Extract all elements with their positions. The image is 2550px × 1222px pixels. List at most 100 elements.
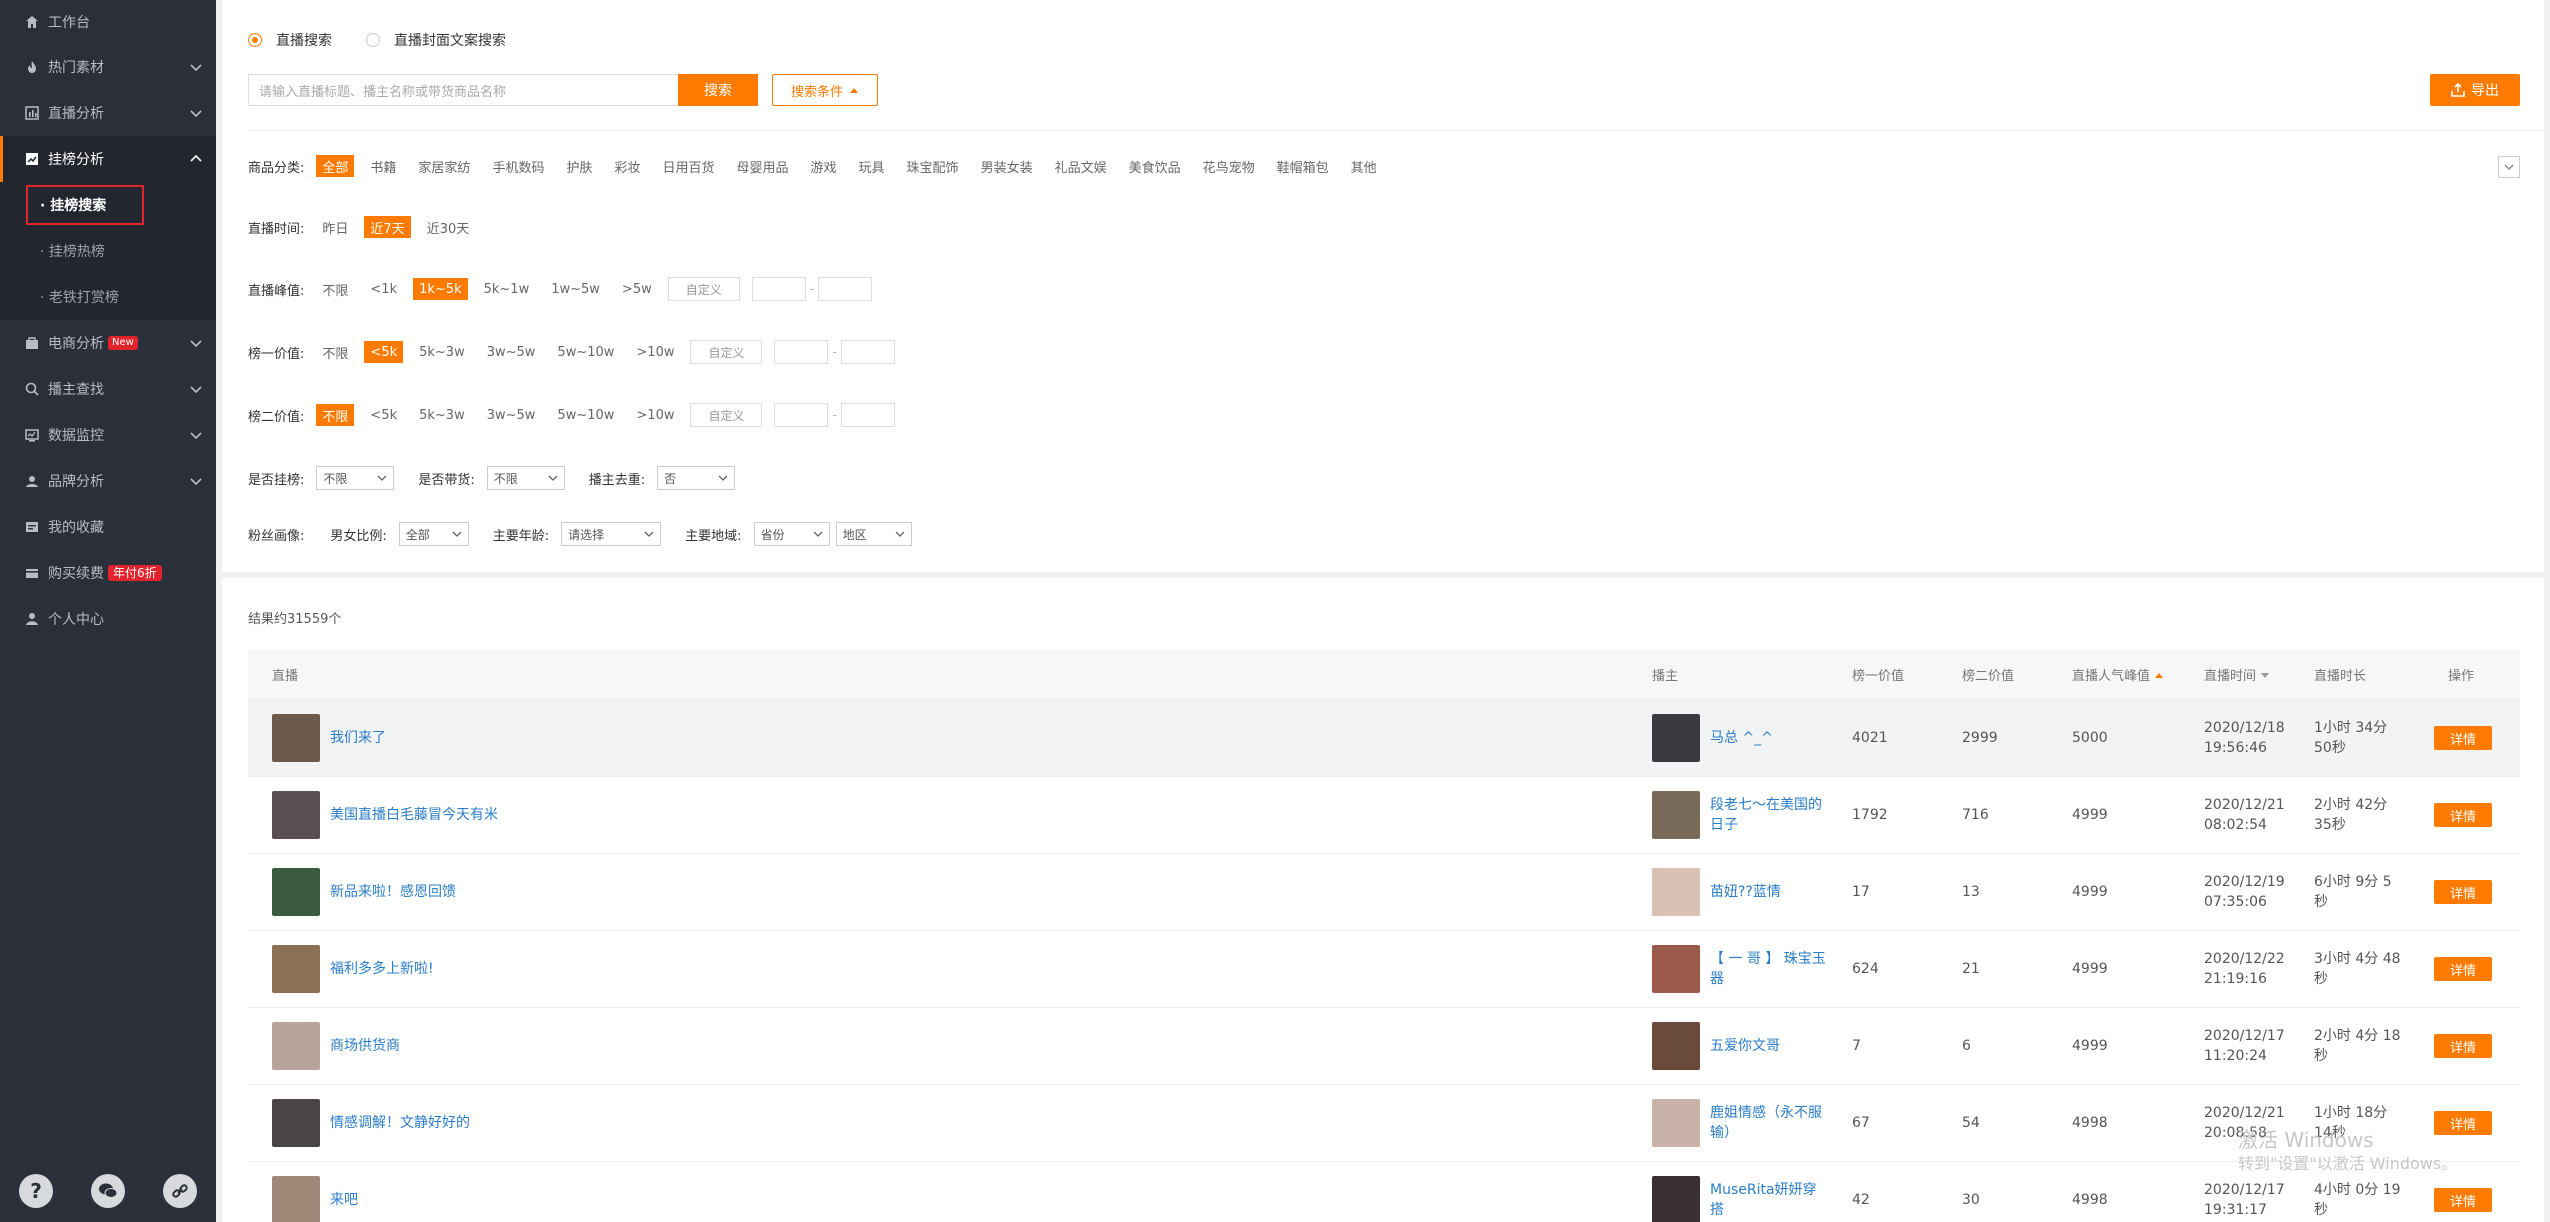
live-cover-thumbnail[interactable] bbox=[272, 1176, 320, 1222]
peak-option[interactable]: >5w bbox=[616, 278, 658, 300]
min-input[interactable] bbox=[774, 403, 829, 427]
sidebar-item-host-search[interactable]: 播主查找 bbox=[0, 366, 216, 412]
sidebar-sub-tip-rank[interactable]: · 老铁打赏榜 bbox=[0, 274, 216, 320]
gender-select[interactable]: 全部 bbox=[398, 522, 469, 546]
rank1-option[interactable]: 5w~10w bbox=[551, 341, 620, 363]
peak-option[interactable]: 1w~5w bbox=[545, 278, 606, 300]
sidebar-sub-rank-search[interactable]: · 挂榜搜索 bbox=[0, 182, 216, 228]
expand-categories-button[interactable] bbox=[2498, 156, 2520, 178]
export-button[interactable]: 导出 bbox=[2430, 74, 2520, 106]
live-title-link[interactable]: 情感调解！文静好好的 bbox=[330, 1113, 470, 1133]
province-select[interactable]: 省份 bbox=[753, 522, 830, 546]
host-name-link[interactable]: MuseRita妍妍穿搭 bbox=[1710, 1180, 1826, 1220]
search-input[interactable]: 请输入直播标题、播主名称或带货商品名称 bbox=[248, 74, 678, 106]
live-cover-thumbnail[interactable] bbox=[272, 714, 320, 762]
link-icon[interactable] bbox=[163, 1174, 197, 1208]
host-avatar[interactable] bbox=[1652, 868, 1700, 916]
live-cover-thumbnail[interactable] bbox=[272, 1099, 320, 1147]
is-goods-select[interactable]: 不限 bbox=[486, 466, 565, 490]
time-option[interactable]: 近30天 bbox=[421, 216, 476, 238]
sidebar-item-hot-material[interactable]: 热门素材 bbox=[0, 44, 216, 90]
host-name-link[interactable]: 苗妞??蓝情 bbox=[1710, 882, 1826, 902]
max-input[interactable] bbox=[841, 340, 896, 364]
max-input[interactable] bbox=[841, 403, 896, 427]
detail-button[interactable]: 详情 bbox=[2434, 1034, 2492, 1058]
rank2-option[interactable]: >10w bbox=[630, 404, 680, 426]
host-avatar[interactable] bbox=[1652, 714, 1700, 762]
category-option[interactable]: 游戏 bbox=[805, 155, 843, 177]
category-option[interactable]: 鞋帽箱包 bbox=[1271, 155, 1335, 177]
peak-option[interactable]: 不限 bbox=[316, 278, 354, 300]
custom-button[interactable]: 自定义 bbox=[667, 277, 740, 301]
host-name-link[interactable]: 五爱你文哥 bbox=[1710, 1036, 1826, 1056]
category-option[interactable]: 全部 bbox=[316, 155, 355, 177]
category-option[interactable]: 花鸟宠物 bbox=[1197, 155, 1261, 177]
category-option[interactable]: 玩具 bbox=[853, 155, 891, 177]
age-select[interactable]: 请选择 bbox=[561, 522, 662, 546]
radio-cover-search[interactable]: 直播封面文案搜索 bbox=[366, 30, 506, 50]
live-title-link[interactable]: 福利多多上新啦! bbox=[330, 959, 434, 979]
category-option[interactable]: 美食饮品 bbox=[1123, 155, 1187, 177]
category-option[interactable]: 书籍 bbox=[364, 155, 402, 177]
rank2-option[interactable]: 5k~3w bbox=[413, 404, 471, 426]
rank1-option[interactable]: 5k~3w bbox=[413, 341, 471, 363]
peak-option[interactable]: <1k bbox=[364, 278, 403, 300]
sidebar-item-data-monitor[interactable]: 数据监控 bbox=[0, 412, 216, 458]
rank2-option[interactable]: 5w~10w bbox=[551, 404, 620, 426]
category-option[interactable]: 男装女装 bbox=[975, 155, 1039, 177]
category-option[interactable]: 彩妆 bbox=[608, 155, 646, 177]
live-cover-thumbnail[interactable] bbox=[272, 791, 320, 839]
dedup-select[interactable]: 否 bbox=[657, 466, 736, 490]
live-title-link[interactable]: 商场供货商 bbox=[330, 1036, 400, 1056]
sidebar-sub-rank-hot[interactable]: · 挂榜热榜 bbox=[0, 228, 216, 274]
time-option[interactable]: 昨日 bbox=[316, 216, 354, 238]
sidebar-item-live-analysis[interactable]: 直播分析 bbox=[0, 90, 216, 136]
host-avatar[interactable] bbox=[1652, 1022, 1700, 1070]
live-cover-thumbnail[interactable] bbox=[272, 868, 320, 916]
peak-option[interactable]: 5k~1w bbox=[478, 278, 536, 300]
rank1-option[interactable]: >10w bbox=[630, 341, 680, 363]
rank2-option[interactable]: 3w~5w bbox=[481, 404, 542, 426]
search-conditions-button[interactable]: 搜索条件 bbox=[772, 74, 878, 106]
max-input[interactable] bbox=[818, 277, 873, 301]
sidebar-item-workbench[interactable]: 工作台 bbox=[0, 0, 216, 44]
rank1-option[interactable]: 不限 bbox=[316, 341, 354, 363]
detail-button[interactable]: 详情 bbox=[2434, 1188, 2492, 1212]
live-title-link[interactable]: 美国直播白毛藤冒今天有米 bbox=[330, 805, 498, 825]
col-rank1[interactable]: 榜一价值 bbox=[1852, 665, 1904, 684]
peak-option[interactable]: 1k~5k bbox=[413, 278, 468, 300]
category-option[interactable]: 护肤 bbox=[560, 155, 598, 177]
live-title-link[interactable]: 新品来啦！感恩回馈 bbox=[330, 882, 456, 902]
time-option[interactable]: 近7天 bbox=[364, 216, 411, 238]
live-cover-thumbnail[interactable] bbox=[272, 1022, 320, 1070]
host-avatar[interactable] bbox=[1652, 1176, 1700, 1222]
min-input[interactable] bbox=[774, 340, 829, 364]
live-cover-thumbnail[interactable] bbox=[272, 945, 320, 993]
radio-live-search[interactable]: 直播搜索 bbox=[248, 30, 332, 50]
category-option[interactable]: 母婴用品 bbox=[731, 155, 795, 177]
is-rank-select[interactable]: 不限 bbox=[316, 466, 395, 490]
sidebar-item-favorites[interactable]: 我的收藏 bbox=[0, 504, 216, 550]
host-name-link[interactable]: 【 一 哥 】 珠宝玉器 bbox=[1710, 949, 1826, 989]
sidebar-item-brand-analysis[interactable]: 品牌分析 bbox=[0, 458, 216, 504]
live-title-link[interactable]: 来吧 bbox=[330, 1190, 358, 1210]
sidebar-item-profile[interactable]: 个人中心 bbox=[0, 596, 216, 642]
detail-button[interactable]: 详情 bbox=[2434, 803, 2492, 827]
host-name-link[interactable]: 鹿姐情感（永不服输） bbox=[1710, 1103, 1826, 1143]
host-avatar[interactable] bbox=[1652, 1099, 1700, 1147]
sidebar-item-ecommerce[interactable]: 电商分析 New bbox=[0, 320, 216, 366]
detail-button[interactable]: 详情 bbox=[2434, 957, 2492, 981]
live-title-link[interactable]: 我们来了 bbox=[330, 728, 386, 748]
category-option[interactable]: 日用百货 bbox=[656, 155, 720, 177]
rank2-option[interactable]: <5k bbox=[364, 404, 403, 426]
wechat-icon[interactable] bbox=[91, 1174, 125, 1208]
detail-button[interactable]: 详情 bbox=[2434, 880, 2492, 904]
rank1-option[interactable]: 3w~5w bbox=[481, 341, 542, 363]
rank1-option[interactable]: <5k bbox=[364, 341, 404, 363]
custom-button[interactable]: 自定义 bbox=[690, 403, 763, 427]
host-name-link[interactable]: 段老七～在美国的日子 bbox=[1710, 795, 1826, 835]
category-option[interactable]: 其他 bbox=[1345, 155, 1383, 177]
min-input[interactable] bbox=[751, 277, 806, 301]
sidebar-item-purchase[interactable]: 购买续费 年付6折 bbox=[0, 550, 216, 596]
sidebar-item-rank-analysis[interactable]: 挂榜分析 bbox=[0, 136, 216, 182]
